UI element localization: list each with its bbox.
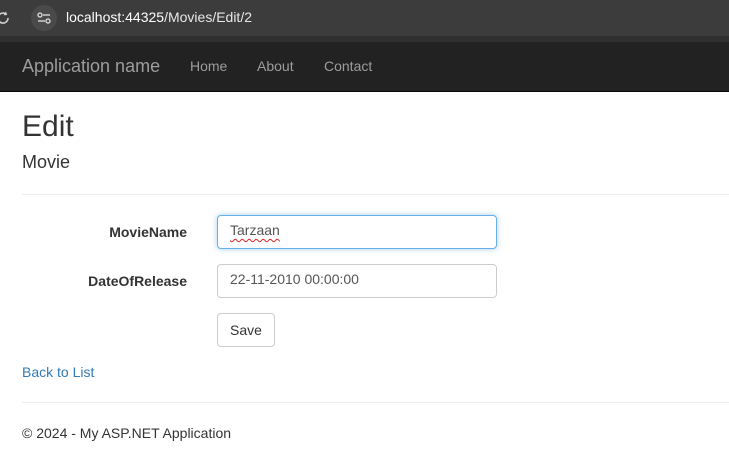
date-of-release-input[interactable]: 22-11-2010 00:00:00 [217,264,497,298]
date-of-release-label: DateOfRelease [88,273,187,289]
url-field[interactable]: localhost:44325/Movies/Edit/2 [66,9,252,25]
nav-link-contact[interactable]: Contact [324,58,372,74]
site-info-icon[interactable] [31,5,57,31]
nav-link-home[interactable]: Home [190,58,227,74]
movie-name-label: MovieName [109,224,187,240]
page-subtitle: Movie [22,152,71,172]
url-host: localhost:44325 [66,9,165,25]
save-button[interactable]: Save [217,313,275,347]
browser-address-bar: localhost:44325/Movies/Edit/2 [0,0,729,36]
nav-link-about[interactable]: About [257,58,294,74]
page-title: Edit [22,110,74,143]
navbar: Application name Home About Contact [0,42,729,92]
footer-divider [22,402,729,403]
divider [22,194,729,195]
back-to-list-link[interactable]: Back to List [22,364,94,380]
movie-name-value: Tarzaan [230,222,280,238]
url-path: /Movies/Edit/2 [164,9,253,25]
reload-icon[interactable] [0,9,12,27]
movie-name-input[interactable]: Tarzaan [217,215,497,249]
footer-text: © 2024 - My ASP.NET Application [22,425,232,441]
navbar-brand[interactable]: Application name [22,56,160,77]
